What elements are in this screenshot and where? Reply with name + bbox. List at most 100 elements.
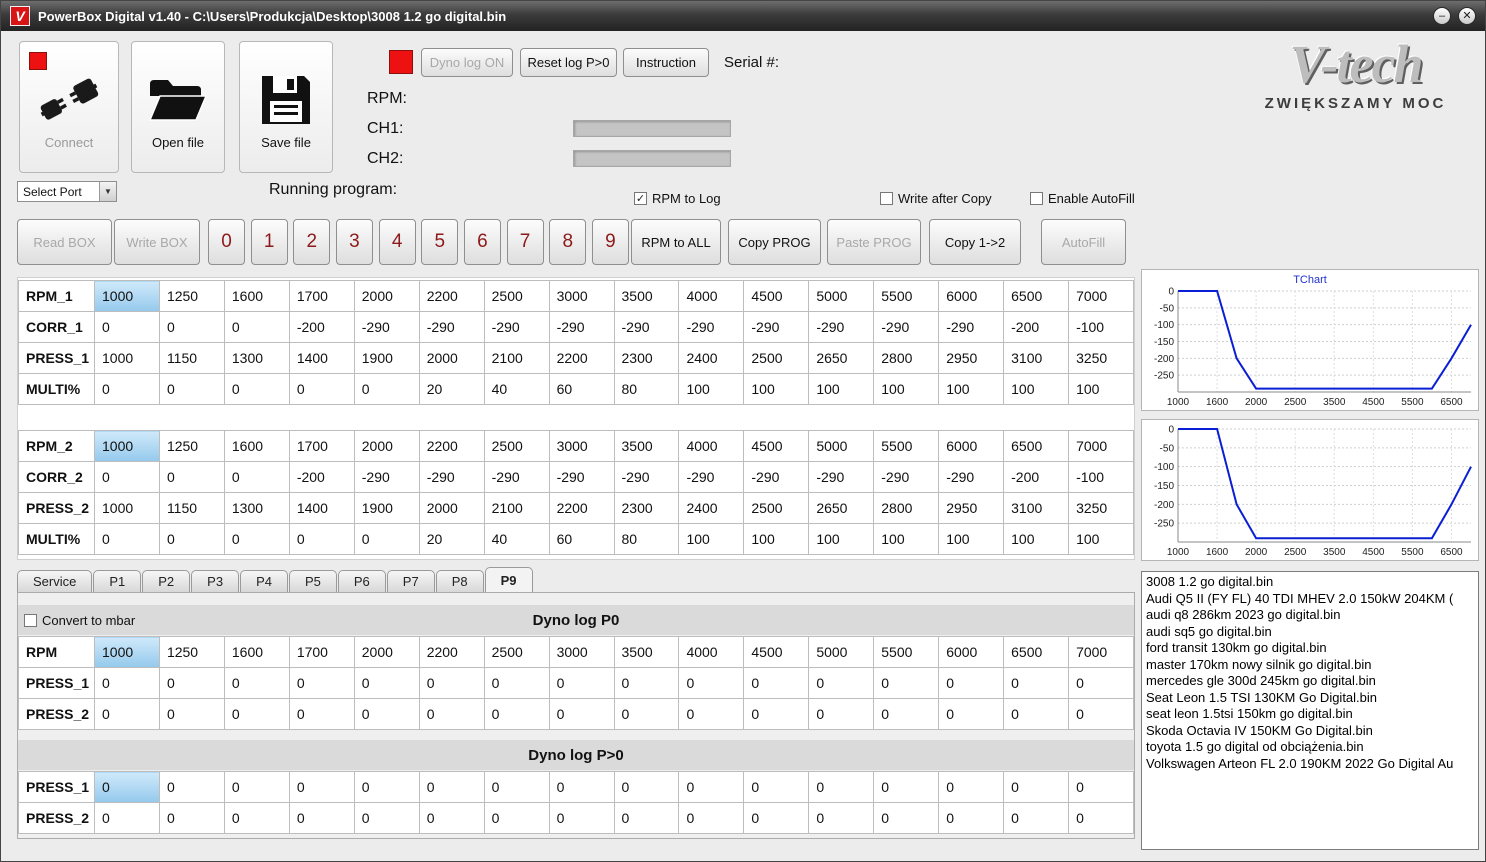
value-cell[interactable]: 0 bbox=[938, 802, 1005, 834]
value-cell[interactable]: 4500 bbox=[743, 636, 810, 668]
value-cell[interactable]: 0 bbox=[353, 523, 420, 555]
value-cell[interactable]: 0 bbox=[223, 802, 290, 834]
value-cell[interactable]: 0 bbox=[288, 698, 355, 730]
value-cell[interactable]: 100 bbox=[1003, 523, 1070, 555]
value-cell[interactable]: 0 bbox=[548, 802, 615, 834]
convert-to-mbar-checkbox[interactable]: Convert to mbar bbox=[24, 613, 135, 628]
value-cell[interactable]: -200 bbox=[288, 461, 355, 493]
rpm-to-log-checkbox[interactable]: ✓ RPM to Log bbox=[634, 191, 721, 206]
value-cell[interactable]: -100 bbox=[1068, 461, 1134, 493]
value-cell[interactable]: 40 bbox=[483, 523, 550, 555]
value-cell[interactable]: 2500 bbox=[743, 342, 810, 374]
file-item[interactable]: audi sq5 go digital.bin bbox=[1145, 624, 1475, 641]
value-cell[interactable]: 0 bbox=[938, 667, 1005, 699]
value-cell[interactable]: 0 bbox=[1068, 802, 1134, 834]
digit-button-9[interactable]: 9 bbox=[591, 219, 629, 265]
value-cell[interactable]: -290 bbox=[613, 461, 680, 493]
digit-button-3[interactable]: 3 bbox=[335, 219, 373, 265]
checkbox-box[interactable] bbox=[24, 614, 37, 627]
value-cell[interactable]: 0 bbox=[353, 698, 420, 730]
value-cell[interactable]: 3100 bbox=[1003, 342, 1070, 374]
value-cell[interactable]: 1600 bbox=[223, 636, 290, 668]
value-cell[interactable]: -290 bbox=[548, 461, 615, 493]
value-cell[interactable]: 1300 bbox=[223, 492, 290, 524]
value-cell[interactable]: 0 bbox=[158, 667, 225, 699]
copy-1-to-2-button[interactable]: Copy 1->2 bbox=[929, 219, 1021, 265]
chevron-down-icon[interactable]: ▼ bbox=[99, 182, 116, 201]
value-cell[interactable]: 100 bbox=[938, 373, 1005, 405]
value-cell[interactable]: 0 bbox=[418, 802, 485, 834]
value-cell[interactable]: 1000 bbox=[94, 430, 160, 462]
value-cell[interactable]: -290 bbox=[483, 461, 550, 493]
value-cell[interactable]: -290 bbox=[483, 311, 550, 343]
file-item[interactable]: 3008 1.2 go digital.bin bbox=[1145, 574, 1475, 591]
file-item[interactable]: mercedes gle 300d 245km go digital.bin bbox=[1145, 673, 1475, 690]
value-cell[interactable]: 1000 bbox=[94, 492, 160, 524]
value-cell[interactable]: 0 bbox=[94, 523, 160, 555]
tab-p6[interactable]: P6 bbox=[337, 570, 386, 592]
value-cell[interactable]: 0 bbox=[743, 667, 810, 699]
copy-prog-button[interactable]: Copy PROG bbox=[728, 219, 821, 265]
value-cell[interactable]: 2100 bbox=[483, 342, 550, 374]
value-cell[interactable]: 5000 bbox=[808, 430, 875, 462]
checkbox-box[interactable] bbox=[880, 192, 893, 205]
value-cell[interactable]: 0 bbox=[873, 802, 940, 834]
value-cell[interactable]: 2500 bbox=[483, 430, 550, 462]
value-cell[interactable]: 0 bbox=[418, 771, 485, 803]
tab-p7[interactable]: P7 bbox=[386, 570, 435, 592]
value-cell[interactable]: 2200 bbox=[418, 636, 485, 668]
value-cell[interactable]: 1250 bbox=[158, 280, 225, 312]
tab-p3[interactable]: P3 bbox=[191, 570, 240, 592]
value-cell[interactable]: 1000 bbox=[94, 280, 160, 312]
value-cell[interactable]: 0 bbox=[94, 373, 160, 405]
digit-button-8[interactable]: 8 bbox=[549, 219, 587, 265]
value-cell[interactable]: 1000 bbox=[94, 636, 160, 668]
value-cell[interactable]: 6500 bbox=[1003, 430, 1070, 462]
reset-log-button[interactable]: Reset log P>0 bbox=[520, 48, 617, 77]
value-cell[interactable]: 0 bbox=[223, 373, 290, 405]
value-cell[interactable]: -290 bbox=[418, 461, 485, 493]
value-cell[interactable]: -290 bbox=[678, 461, 745, 493]
value-cell[interactable]: 5000 bbox=[808, 280, 875, 312]
value-cell[interactable]: 2500 bbox=[743, 492, 810, 524]
value-cell[interactable]: -200 bbox=[1003, 311, 1070, 343]
value-cell[interactable]: 0 bbox=[158, 461, 225, 493]
tab-p5[interactable]: P5 bbox=[288, 570, 337, 592]
value-cell[interactable]: 0 bbox=[678, 771, 745, 803]
value-cell[interactable]: 100 bbox=[1068, 523, 1134, 555]
value-cell[interactable]: -290 bbox=[353, 461, 420, 493]
value-cell[interactable]: 4500 bbox=[743, 280, 810, 312]
value-cell[interactable]: 0 bbox=[158, 523, 225, 555]
value-cell[interactable]: 0 bbox=[353, 373, 420, 405]
value-cell[interactable]: 100 bbox=[743, 523, 810, 555]
value-cell[interactable]: 1900 bbox=[353, 492, 420, 524]
value-cell[interactable]: 1150 bbox=[158, 342, 225, 374]
value-cell[interactable]: 0 bbox=[223, 771, 290, 803]
value-cell[interactable]: 0 bbox=[288, 802, 355, 834]
value-cell[interactable]: -290 bbox=[743, 311, 810, 343]
value-cell[interactable]: 1150 bbox=[158, 492, 225, 524]
value-cell[interactable]: 4000 bbox=[678, 430, 745, 462]
file-item[interactable]: master 170km nowy silnik go digital.bin bbox=[1145, 657, 1475, 674]
value-cell[interactable]: 0 bbox=[353, 802, 420, 834]
value-cell[interactable]: 0 bbox=[548, 771, 615, 803]
close-button[interactable]: ✕ bbox=[1458, 7, 1476, 25]
value-cell[interactable]: 60 bbox=[548, 523, 615, 555]
value-cell[interactable]: 100 bbox=[808, 523, 875, 555]
value-cell[interactable]: 0 bbox=[873, 771, 940, 803]
value-cell[interactable]: 2650 bbox=[808, 492, 875, 524]
value-cell[interactable]: 20 bbox=[418, 523, 485, 555]
value-cell[interactable]: 0 bbox=[678, 667, 745, 699]
value-cell[interactable]: 0 bbox=[223, 311, 290, 343]
value-cell[interactable]: 4000 bbox=[678, 280, 745, 312]
tab-p4[interactable]: P4 bbox=[240, 570, 288, 592]
value-cell[interactable]: 5500 bbox=[873, 636, 940, 668]
value-cell[interactable]: 0 bbox=[94, 698, 160, 730]
digit-button-0[interactable]: 0 bbox=[208, 219, 245, 265]
value-cell[interactable]: 0 bbox=[483, 698, 550, 730]
value-cell[interactable]: 2000 bbox=[418, 492, 485, 524]
value-cell[interactable]: 2500 bbox=[483, 280, 550, 312]
value-cell[interactable]: -290 bbox=[743, 461, 810, 493]
save-file-button[interactable]: Save file bbox=[239, 41, 333, 173]
value-cell[interactable]: 3000 bbox=[548, 280, 615, 312]
